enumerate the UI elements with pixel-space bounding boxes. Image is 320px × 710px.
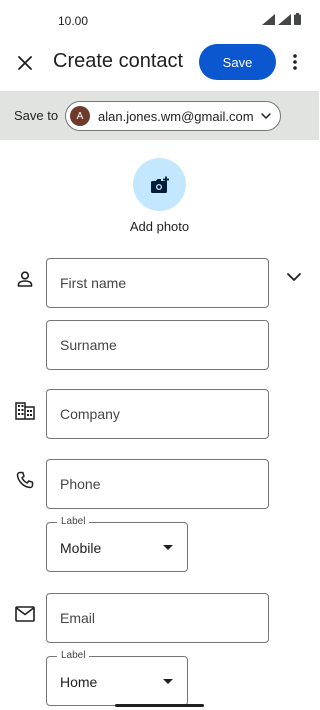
page-title: Create contact: [53, 50, 184, 72]
expand-name-button[interactable]: [283, 266, 305, 288]
add-photo-button[interactable]: [133, 158, 186, 211]
phone-placeholder: Phone: [60, 476, 101, 492]
add-photo-icon: [150, 176, 169, 193]
close-button[interactable]: [12, 50, 38, 76]
email-label-select[interactable]: Label Home: [46, 650, 188, 706]
wifi-icon: [262, 13, 275, 25]
account-selector[interactable]: A alan.jones.wm@gmail.com: [65, 101, 281, 131]
dropdown-arrow-icon: [163, 679, 173, 684]
phone-label-legend: Label: [57, 516, 90, 527]
close-icon: [18, 56, 32, 70]
save-to-label: Save to: [14, 108, 59, 123]
status-bar: 10.00: [0, 0, 319, 40]
phone-field[interactable]: Phone: [46, 459, 269, 509]
surname-field[interactable]: Surname: [46, 320, 269, 370]
gesture-bar[interactable]: [115, 704, 204, 707]
person-icon: [14, 268, 36, 290]
save-button[interactable]: Save: [199, 44, 276, 80]
battery-icon: [294, 13, 301, 25]
business-icon: [14, 400, 36, 422]
surname-placeholder: Surname: [60, 337, 117, 353]
first-name-placeholder: First name: [60, 275, 127, 291]
company-placeholder: Company: [60, 406, 120, 422]
add-photo-label: Add photo: [129, 219, 190, 234]
phone-label-select[interactable]: Label Mobile: [46, 516, 188, 572]
email-label-legend: Label: [57, 650, 90, 661]
more-vert-icon: [293, 54, 297, 70]
expand-icon: [287, 273, 301, 281]
email-icon: [14, 603, 36, 625]
signal-icon: [278, 13, 291, 25]
first-name-field[interactable]: First name: [46, 258, 269, 308]
company-field[interactable]: Company: [46, 389, 269, 439]
app-bar: Create contact Save: [0, 40, 319, 88]
more-options-button[interactable]: [285, 50, 305, 74]
save-to-bar: Save to A alan.jones.wm@gmail.com: [0, 91, 319, 140]
account-email: alan.jones.wm@gmail.com: [98, 108, 254, 124]
chevron-down-icon: [261, 113, 271, 119]
phone-label-value: Mobile: [60, 540, 102, 556]
email-field[interactable]: Email: [46, 593, 269, 643]
avatar: A: [70, 106, 90, 126]
email-placeholder: Email: [60, 610, 96, 626]
phone-icon: [14, 469, 36, 491]
status-time: 10.00: [58, 14, 89, 28]
status-icons: [262, 13, 301, 25]
dropdown-arrow-icon: [163, 545, 173, 550]
email-label-value: Home: [60, 674, 98, 690]
